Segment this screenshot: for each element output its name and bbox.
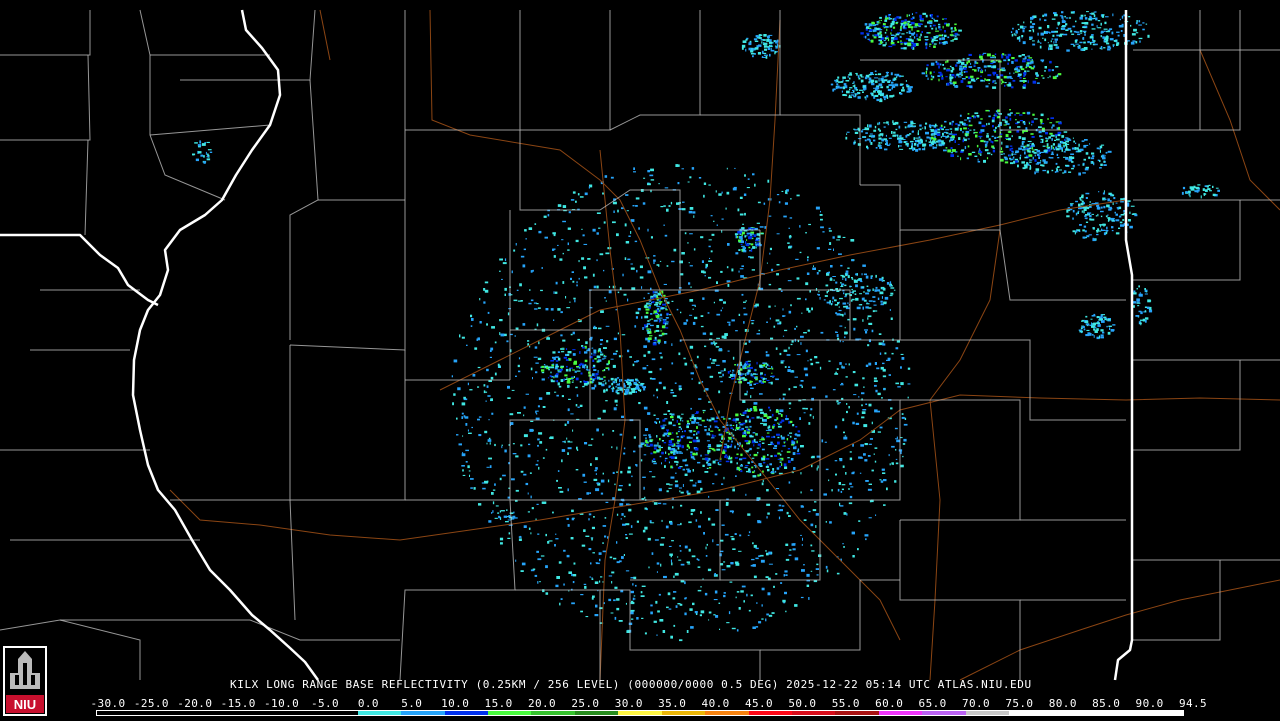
legend-tick-label: -25.0 — [133, 697, 169, 710]
radar-map — [0, 0, 1280, 720]
legend-tick-label: 10.0 — [441, 697, 470, 710]
colorbar-segment — [618, 711, 662, 715]
colorbar-segment — [705, 711, 749, 715]
svg-text:NIU: NIU — [14, 697, 36, 712]
legend-tick-label: 20.0 — [527, 697, 557, 710]
legend-tick-label: -5.0 — [310, 697, 340, 710]
legend-tick-label: 90.0 — [1135, 697, 1164, 710]
legend-tick-labels: -30.0 -25.0 -20.0 -15.0 -10.0 -5.0 0.0 5.0 10.0 1… — [90, 697, 1206, 710]
legend-tick-label: 30.0 — [614, 697, 643, 710]
product-caption: KILX LONG RANGE BASE REFLECTIVITY (0.25K… — [230, 678, 1032, 691]
colorbar-segment — [487, 711, 532, 715]
legend-tick-label: 85.0 — [1092, 697, 1121, 710]
legend-tick-label: -10.0 — [264, 697, 300, 710]
colorbar-segment — [661, 711, 706, 715]
colorbar-segment — [227, 711, 271, 715]
colorbar-segment — [1096, 711, 1140, 715]
colorbar-segment — [1052, 711, 1097, 715]
legend-tick-label: 50.0 — [788, 697, 817, 710]
colorbar-segment — [444, 711, 488, 715]
legend-tick-label: 60.0 — [875, 697, 904, 710]
colorbar-segment — [965, 711, 1010, 715]
colorbar-segment — [531, 711, 575, 715]
colorbar-segment — [401, 711, 445, 715]
legend-tick-label: -20.0 — [177, 697, 213, 710]
legend-tick-label: 80.0 — [1048, 697, 1077, 710]
legend-tick-label: 94.5 — [1178, 697, 1208, 710]
colorbar-segment — [1139, 711, 1183, 715]
legend-tick-label: -15.0 — [220, 697, 256, 710]
reflectivity-colorbar — [96, 710, 1184, 716]
colorbar-segment — [878, 711, 923, 715]
legend-tick-label: 15.0 — [484, 697, 513, 710]
colorbar-segment — [270, 711, 315, 715]
colorbar-segment — [314, 711, 358, 715]
legend-tick-label: -30.0 — [90, 697, 126, 710]
colorbar-segment — [183, 711, 228, 715]
legend-tick-label: 75.0 — [1005, 697, 1034, 710]
legend-tick-label: 40.0 — [701, 697, 730, 710]
colorbar-segment — [835, 711, 879, 715]
colorbar-segment — [922, 711, 966, 715]
legend-tick-label: 5.0 — [401, 697, 423, 710]
legend-tick-label: 45.0 — [744, 697, 774, 710]
colorbar-segment — [140, 711, 184, 715]
legend-tick-label: 0.0 — [357, 697, 379, 710]
legend-tick-label: 25.0 — [571, 697, 600, 710]
colorbar-segment — [748, 711, 792, 715]
colorbar-segment — [792, 711, 836, 715]
legend-tick-label: 70.0 — [961, 697, 991, 710]
legend-tick-label: 55.0 — [831, 697, 860, 710]
colorbar-segment — [574, 711, 619, 715]
colorbar-segment — [357, 711, 402, 715]
colorbar-segment — [1009, 711, 1053, 715]
legend-tick-label: 35.0 — [658, 697, 687, 710]
niu-logo: NIU — [2, 645, 48, 717]
legend-tick-label: 65.0 — [918, 697, 947, 710]
colorbar-segment — [97, 711, 141, 715]
